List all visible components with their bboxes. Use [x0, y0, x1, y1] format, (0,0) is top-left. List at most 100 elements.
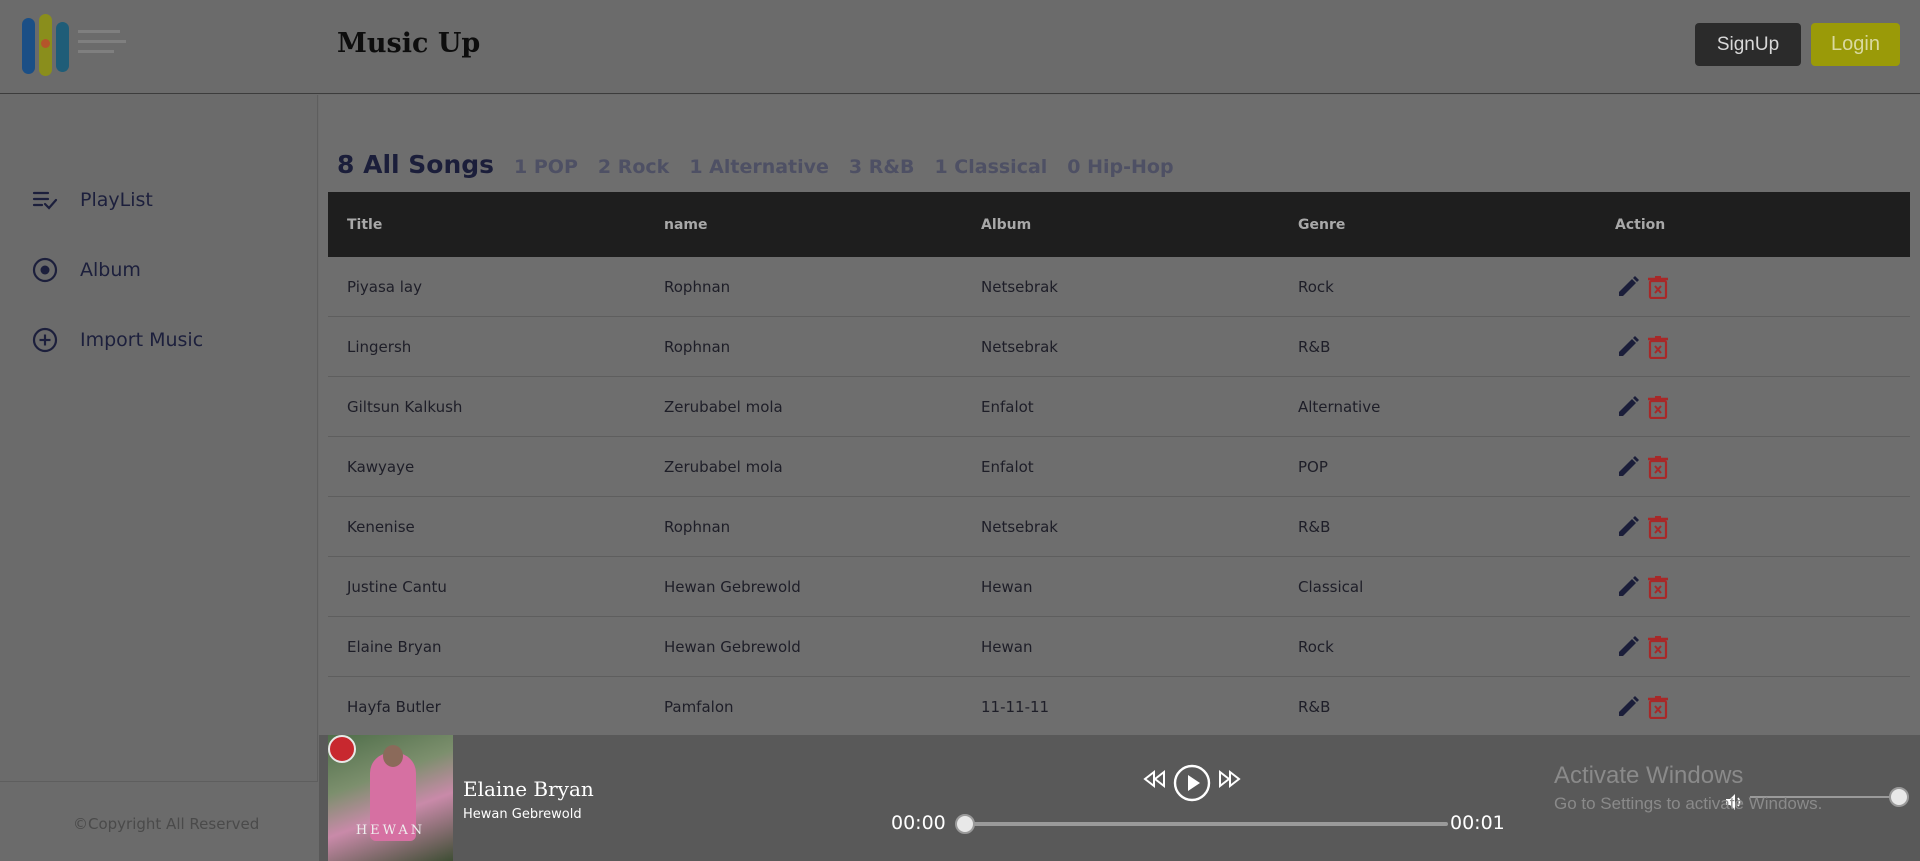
edit-pencil-icon[interactable] — [1615, 334, 1641, 360]
table-row[interactable]: Justine Cantu Hewan Gebrewold Hewan Classic… — [328, 557, 1910, 617]
artist-name-cell: Hewan Gebrewold — [664, 577, 801, 596]
sidebar-item-album[interactable]: Album — [32, 257, 141, 283]
genre-cell: R&B — [1298, 337, 1331, 356]
table-header: Title name Album Genre Action — [328, 192, 1910, 257]
genre-tabs: 8 All Songs 1 POP 2 Rock 1 Alternative 3… — [337, 150, 1194, 179]
signup-button[interactable]: SignUp — [1695, 23, 1801, 66]
album-cell: Netsebrak — [981, 337, 1058, 356]
delete-trash-icon[interactable] — [1645, 454, 1671, 480]
song-title-cell: Lingersh — [347, 337, 412, 356]
artist-name-cell: Rophnan — [664, 517, 731, 536]
tab-alternative[interactable]: 1 Alternative — [689, 156, 829, 178]
login-button[interactable]: Login — [1811, 23, 1900, 66]
playlist-icon — [32, 187, 58, 213]
edit-pencil-icon[interactable] — [1615, 274, 1641, 300]
sidebar-item-label: Import Music — [80, 329, 204, 351]
table-row[interactable]: Kawyaye Zerubabel mola Enfalot POP — [328, 437, 1910, 497]
rewind-button[interactable] — [1142, 768, 1168, 794]
delete-trash-icon[interactable] — [1645, 334, 1671, 360]
song-title-cell: Giltsun Kalkush — [347, 397, 463, 416]
album-cell: 11-11-11 — [981, 697, 1050, 716]
watermark-line-1: Activate Windows — [1554, 762, 1744, 789]
page-title: Music Up — [337, 28, 481, 59]
fast-forward-icon — [1216, 768, 1242, 794]
genre-cell: Classical — [1298, 577, 1364, 596]
cover-text: HEWAN — [355, 823, 426, 838]
total-time: 00:01 — [1450, 812, 1505, 834]
column-header-title: Title — [347, 216, 383, 233]
artist-name-cell: Pamfalon — [664, 697, 734, 716]
album-cell: Netsebrak — [981, 517, 1058, 536]
artist-name-cell: Zerubabel mola — [664, 397, 783, 416]
song-title-cell: Hayfa Butler — [347, 697, 441, 716]
sidebar-item-import-music[interactable]: Import Music — [32, 327, 203, 353]
tab-hip-hop[interactable]: 0 Hip-Hop — [1067, 156, 1173, 178]
sidebar-item-playlist[interactable]: PlayList — [32, 187, 153, 213]
edit-pencil-icon[interactable] — [1615, 574, 1641, 600]
edit-pencil-icon[interactable] — [1615, 694, 1641, 720]
volume-knob[interactable] — [1889, 787, 1909, 807]
delete-trash-icon[interactable] — [1645, 514, 1671, 540]
table-row[interactable]: Lingersh Rophnan Netsebrak R&B — [328, 317, 1910, 377]
copyright-text: ©Copyright All Reserved — [73, 815, 260, 833]
artist-name-cell: Hewan Gebrewold — [664, 637, 801, 656]
action-cell — [1596, 634, 1910, 660]
rewind-icon — [1142, 768, 1168, 794]
delete-trash-icon[interactable] — [1645, 394, 1671, 420]
fast-forward-button[interactable] — [1216, 768, 1242, 794]
play-button[interactable] — [1173, 764, 1211, 806]
album-cover: HEWAN — [328, 735, 453, 861]
action-cell — [1596, 454, 1910, 480]
sidebar-item-label: PlayList — [80, 189, 153, 211]
album-cell: Enfalot — [981, 397, 1034, 416]
artist-name-cell: Rophnan — [664, 277, 731, 296]
add-circle-icon — [32, 327, 58, 353]
edit-pencil-icon[interactable] — [1615, 634, 1641, 660]
delete-trash-icon[interactable] — [1645, 634, 1671, 660]
action-cell — [1596, 274, 1910, 300]
delete-trash-icon[interactable] — [1645, 274, 1671, 300]
action-cell — [1596, 514, 1910, 540]
song-title-cell: Kenenise — [347, 517, 415, 536]
edit-pencil-icon[interactable] — [1615, 394, 1641, 420]
tab-all-songs[interactable]: 8 All Songs — [337, 150, 494, 179]
genre-cell: R&B — [1298, 697, 1331, 716]
album-cell: Hewan — [981, 577, 1033, 596]
table-row[interactable]: Hayfa Butler Pamfalon 11-11-11 R&B — [328, 677, 1910, 737]
tab-rock[interactable]: 2 Rock — [598, 156, 669, 178]
artist-name-cell: Zerubabel mola — [664, 457, 783, 476]
genre-cell: Rock — [1298, 277, 1334, 296]
play-icon — [1173, 764, 1211, 806]
genre-cell: Rock — [1298, 637, 1334, 656]
action-cell — [1596, 394, 1910, 420]
table-body: Piyasa lay Rophnan Netsebrak Rock Lingersh Ro… — [328, 257, 1910, 737]
song-title-cell: Kawyaye — [347, 457, 415, 476]
now-playing-artist: Hewan Gebrewold — [463, 807, 582, 822]
sidebar-item-label: Album — [80, 259, 141, 281]
current-time: 00:00 — [891, 812, 946, 834]
genre-cell: Alternative — [1298, 397, 1381, 416]
table-row[interactable]: Elaine Bryan Hewan Gebrewold Hewan Rock — [328, 617, 1910, 677]
tab-classical[interactable]: 1 Classical — [934, 156, 1047, 178]
table-row[interactable]: Kenenise Rophnan Netsebrak R&B — [328, 497, 1910, 557]
tab-rnb[interactable]: 3 R&B — [849, 156, 915, 178]
song-title-cell: Elaine Bryan — [347, 637, 442, 656]
progress-bar[interactable] — [955, 814, 1448, 834]
album-cell: Hewan — [981, 637, 1033, 656]
action-cell — [1596, 694, 1910, 720]
windows-activation-watermark: Activate Windows Go to Settings to activ… — [1554, 762, 1822, 814]
column-header-action: Action — [1615, 216, 1666, 233]
edit-pencil-icon[interactable] — [1615, 454, 1641, 480]
delete-trash-icon[interactable] — [1645, 694, 1671, 720]
tab-pop[interactable]: 1 POP — [514, 156, 578, 178]
now-playing-title: Elaine Bryan — [463, 777, 594, 801]
song-title-cell: Piyasa lay — [347, 277, 422, 296]
delete-trash-icon[interactable] — [1645, 574, 1671, 600]
table-row[interactable]: Piyasa lay Rophnan Netsebrak Rock — [328, 257, 1910, 317]
table-row[interactable]: Giltsun Kalkush Zerubabel mola Enfalot Alte… — [328, 377, 1910, 437]
app-logo[interactable] — [20, 14, 130, 78]
column-header-name: name — [664, 216, 708, 233]
edit-pencil-icon[interactable] — [1615, 514, 1641, 540]
copyright-footer: ©Copyright All Reserved — [0, 781, 318, 861]
progress-knob[interactable] — [955, 814, 975, 834]
